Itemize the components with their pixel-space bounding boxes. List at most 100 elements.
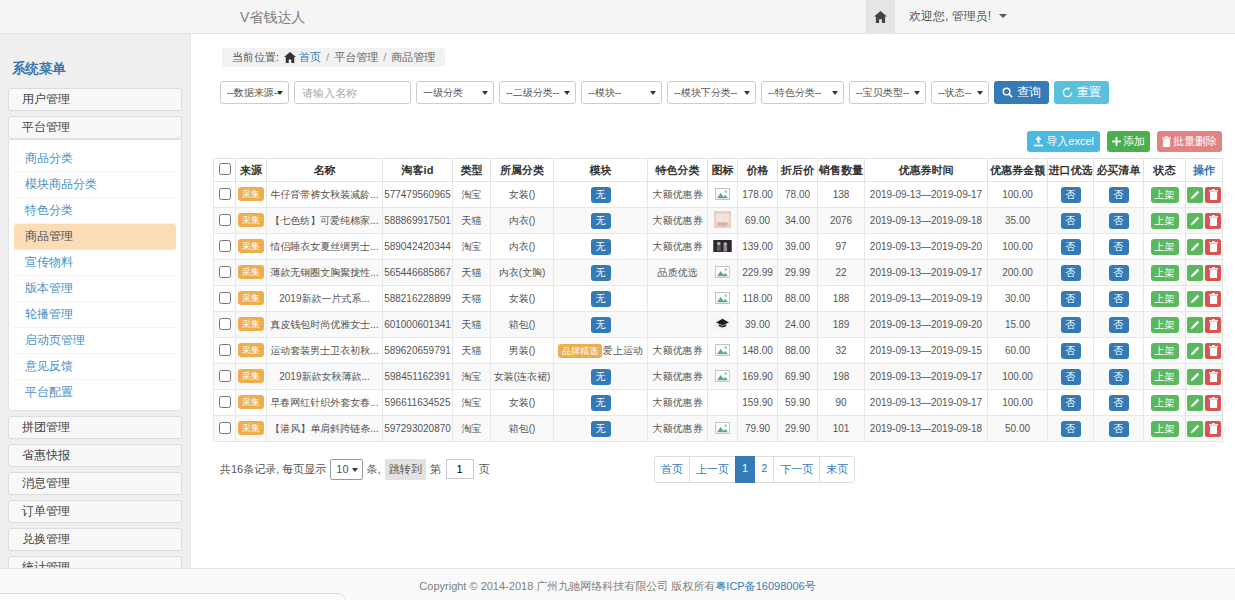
sidebar-item-轮播管理[interactable]: 轮播管理 bbox=[14, 302, 176, 328]
sidebar-section-省惠快报[interactable]: 省惠快报 bbox=[8, 444, 182, 467]
module-badge[interactable]: 无 bbox=[591, 265, 611, 281]
status-button[interactable]: 上架 bbox=[1151, 317, 1179, 333]
delete-button[interactable] bbox=[1205, 343, 1221, 359]
delete-button[interactable] bbox=[1205, 213, 1221, 229]
filter-select[interactable]: --模块-- bbox=[581, 81, 662, 104]
row-checkbox[interactable] bbox=[219, 188, 231, 200]
reset-button[interactable]: 重置 bbox=[1054, 81, 1109, 104]
page-button-上一页[interactable]: 上一页 bbox=[689, 456, 736, 483]
sidebar-section-订单管理[interactable]: 订单管理 bbox=[8, 500, 182, 523]
edit-button[interactable] bbox=[1187, 369, 1203, 385]
edit-button[interactable] bbox=[1187, 291, 1203, 307]
must-buy-toggle[interactable]: 否 bbox=[1109, 291, 1129, 307]
row-checkbox[interactable] bbox=[219, 396, 231, 408]
sidebar-item-意见反馈[interactable]: 意见反馈 bbox=[14, 354, 176, 380]
module-badge[interactable]: 无 bbox=[591, 291, 611, 307]
module-badge[interactable]: 无 bbox=[591, 421, 611, 437]
sidebar-section-兑换管理[interactable]: 兑换管理 bbox=[8, 528, 182, 551]
module-badge[interactable]: 无 bbox=[591, 187, 611, 203]
name-search-input[interactable] bbox=[294, 81, 411, 104]
imported-toggle[interactable]: 否 bbox=[1061, 291, 1081, 307]
sidebar-item-商品分类[interactable]: 商品分类 bbox=[14, 146, 176, 172]
delete-button[interactable] bbox=[1205, 421, 1221, 437]
row-checkbox[interactable] bbox=[219, 266, 231, 278]
delete-button[interactable] bbox=[1205, 395, 1221, 411]
select-all-checkbox[interactable] bbox=[219, 163, 231, 175]
must-buy-toggle[interactable]: 否 bbox=[1109, 395, 1129, 411]
edit-button[interactable] bbox=[1187, 317, 1203, 333]
row-checkbox[interactable] bbox=[219, 422, 231, 434]
imported-toggle[interactable]: 否 bbox=[1061, 421, 1081, 437]
edit-button[interactable] bbox=[1187, 395, 1203, 411]
sidebar-item-商品管理[interactable]: 商品管理 bbox=[14, 224, 176, 250]
delete-button[interactable] bbox=[1205, 291, 1221, 307]
filter-select[interactable]: 一级分类 bbox=[416, 81, 494, 104]
status-button[interactable]: 上架 bbox=[1151, 395, 1179, 411]
imported-toggle[interactable]: 否 bbox=[1061, 343, 1081, 359]
must-buy-toggle[interactable]: 否 bbox=[1109, 239, 1129, 255]
filter-select[interactable]: --特色分类-- bbox=[761, 81, 844, 104]
delete-button[interactable] bbox=[1205, 265, 1221, 281]
status-button[interactable]: 上架 bbox=[1151, 213, 1179, 229]
row-checkbox[interactable] bbox=[219, 214, 231, 226]
batch-delete-button[interactable]: 批量删除 bbox=[1157, 131, 1222, 152]
must-buy-toggle[interactable]: 否 bbox=[1109, 213, 1129, 229]
jump-button[interactable]: 跳转到 bbox=[385, 459, 426, 480]
must-buy-toggle[interactable]: 否 bbox=[1109, 317, 1129, 333]
sidebar-item-版本管理[interactable]: 版本管理 bbox=[14, 276, 176, 302]
sidebar-section-拼团管理[interactable]: 拼团管理 bbox=[8, 416, 182, 439]
sidebar-item-宣传物料[interactable]: 宣传物料 bbox=[14, 250, 176, 276]
sidebar-item-启动页管理[interactable]: 启动页管理 bbox=[14, 328, 176, 354]
sidebar-item-平台配置[interactable]: 平台配置 bbox=[14, 380, 176, 406]
module-badge[interactable]: 无 bbox=[591, 317, 611, 333]
status-button[interactable]: 上架 bbox=[1151, 343, 1179, 359]
add-button[interactable]: 添加 bbox=[1107, 131, 1150, 152]
row-checkbox[interactable] bbox=[219, 370, 231, 382]
edit-button[interactable] bbox=[1187, 343, 1203, 359]
delete-button[interactable] bbox=[1205, 187, 1221, 203]
breadcrumb-home-link[interactable]: 首页 bbox=[299, 50, 321, 65]
query-button[interactable]: 查询 bbox=[994, 81, 1049, 104]
status-button[interactable]: 上架 bbox=[1151, 369, 1179, 385]
must-buy-toggle[interactable]: 否 bbox=[1109, 343, 1129, 359]
filter-select[interactable]: --状态-- bbox=[931, 81, 989, 104]
breadcrumb-item[interactable]: 商品管理 bbox=[391, 51, 435, 63]
page-button-2[interactable]: 2 bbox=[754, 456, 774, 483]
module-badge[interactable]: 无 bbox=[591, 369, 611, 385]
delete-button[interactable] bbox=[1205, 239, 1221, 255]
row-checkbox[interactable] bbox=[219, 292, 231, 304]
status-button[interactable]: 上架 bbox=[1151, 187, 1179, 203]
imported-toggle[interactable]: 否 bbox=[1061, 369, 1081, 385]
row-checkbox[interactable] bbox=[219, 318, 231, 330]
icp-link[interactable]: 粤ICP备16098006号 bbox=[715, 580, 815, 592]
breadcrumb-item[interactable]: 平台管理 bbox=[334, 51, 378, 63]
home-button[interactable] bbox=[866, 0, 895, 33]
edit-button[interactable] bbox=[1187, 187, 1203, 203]
imported-toggle[interactable]: 否 bbox=[1061, 213, 1081, 229]
row-checkbox[interactable] bbox=[219, 344, 231, 356]
status-button[interactable]: 上架 bbox=[1151, 421, 1179, 437]
per-page-select[interactable]: 10 bbox=[330, 459, 362, 480]
sidebar-section-消息管理[interactable]: 消息管理 bbox=[8, 472, 182, 495]
page-button-下一页[interactable]: 下一页 bbox=[773, 456, 820, 483]
must-buy-toggle[interactable]: 否 bbox=[1109, 187, 1129, 203]
row-checkbox[interactable] bbox=[219, 240, 231, 252]
must-buy-toggle[interactable]: 否 bbox=[1109, 265, 1129, 281]
page-button-末页[interactable]: 末页 bbox=[819, 456, 855, 483]
must-buy-toggle[interactable]: 否 bbox=[1109, 369, 1129, 385]
edit-button[interactable] bbox=[1187, 213, 1203, 229]
delete-button[interactable] bbox=[1205, 317, 1221, 333]
sidebar-section-统计管理[interactable]: 统计管理 bbox=[8, 556, 182, 568]
filter-select[interactable]: --宝贝类型-- bbox=[849, 81, 926, 104]
user-menu[interactable]: 欢迎您, 管理员! bbox=[909, 8, 1007, 25]
status-button[interactable]: 上架 bbox=[1151, 239, 1179, 255]
delete-button[interactable] bbox=[1205, 369, 1221, 385]
module-badge[interactable]: 无 bbox=[591, 239, 611, 255]
module-badge[interactable]: 无 bbox=[591, 395, 611, 411]
module-badge[interactable]: 无 bbox=[591, 213, 611, 229]
sidebar-section-用户管理[interactable]: 用户管理 bbox=[8, 88, 182, 111]
status-button[interactable]: 上架 bbox=[1151, 265, 1179, 281]
edit-button[interactable] bbox=[1187, 421, 1203, 437]
status-button[interactable]: 上架 bbox=[1151, 291, 1179, 307]
sidebar-item-特色分类[interactable]: 特色分类 bbox=[14, 198, 176, 224]
